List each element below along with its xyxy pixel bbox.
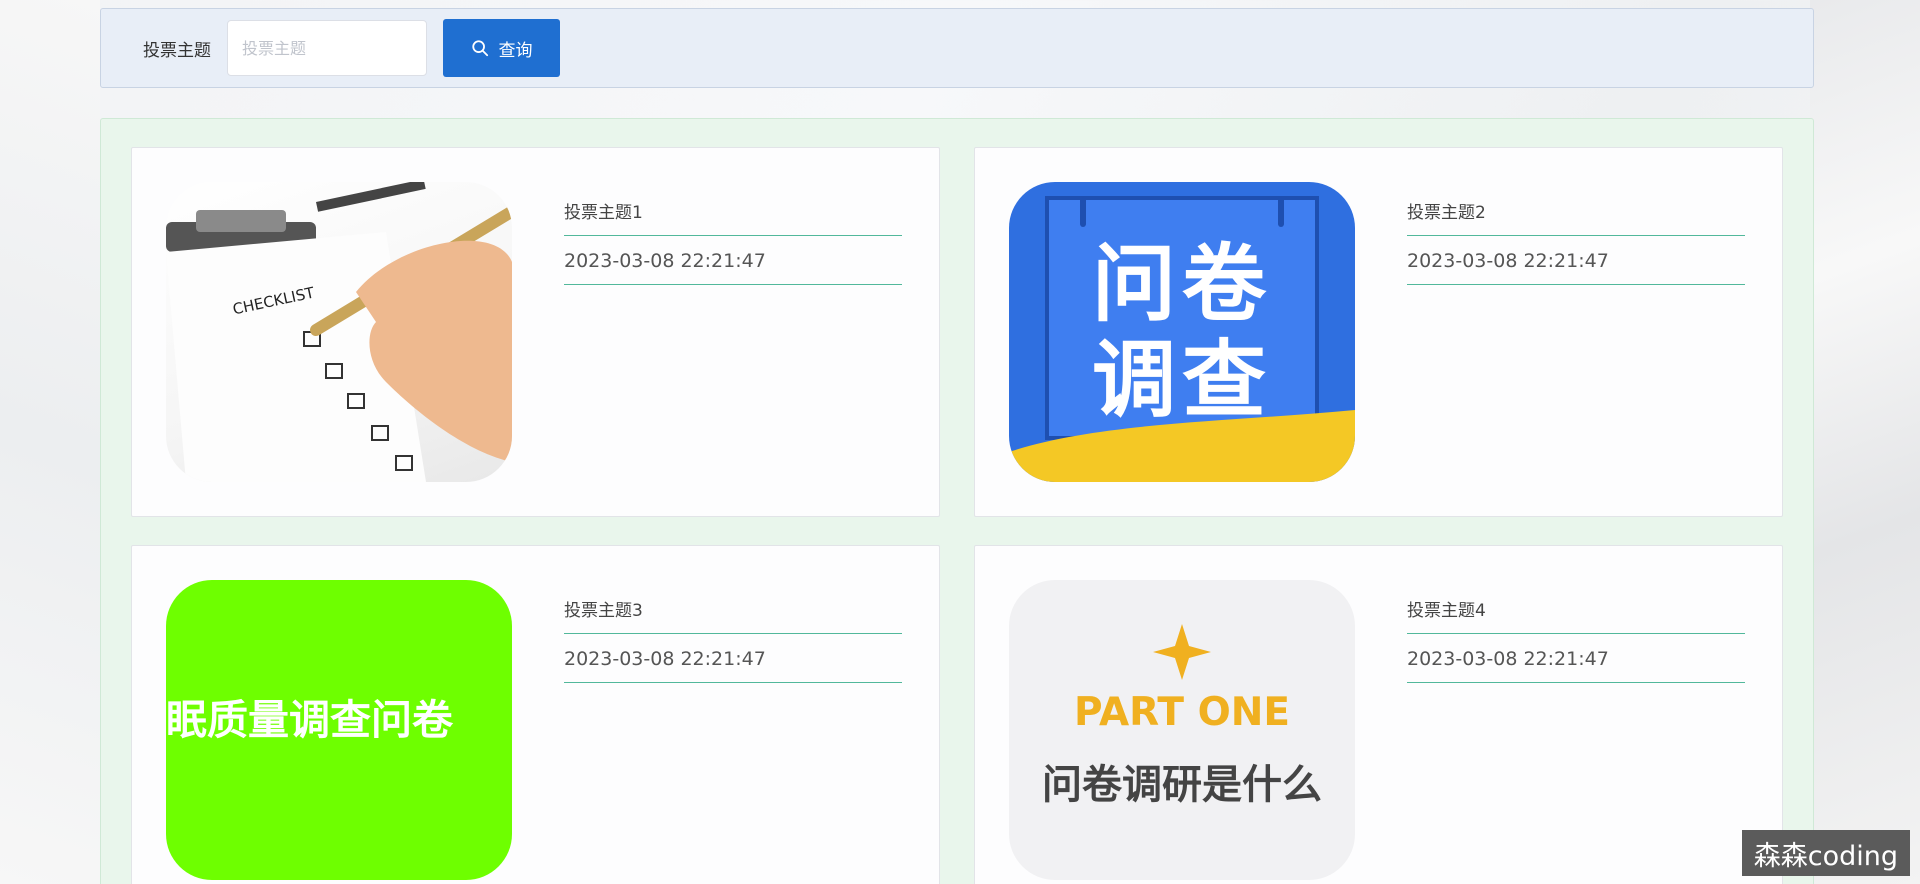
vote-card-info: 投票主题3 2023-03-08 22:21:47	[564, 596, 902, 683]
background-left	[0, 0, 100, 884]
survey-text-line1: 问卷	[1091, 235, 1272, 333]
vote-card-info: 投票主题4 2023-03-08 22:21:47	[1407, 596, 1745, 683]
vote-card-title[interactable]: 投票主题2	[1407, 198, 1745, 236]
vote-card-time: 2023-03-08 22:21:47	[1407, 634, 1745, 683]
search-button-label: 查询	[498, 40, 533, 61]
vote-card-image[interactable]: PART ONE 问卷调研是什么	[1009, 580, 1355, 880]
vote-card-time: 2023-03-08 22:21:47	[564, 236, 902, 285]
search-icon	[471, 40, 488, 57]
vote-card-title[interactable]: 投票主题4	[1407, 596, 1745, 634]
vote-card-title[interactable]: 投票主题3	[564, 596, 902, 634]
search-button[interactable]: 查询	[443, 19, 560, 77]
vote-card-time: 2023-03-08 22:21:47	[1407, 236, 1745, 285]
vote-list-panel: CHECKLIST 投票主题1 2023-03-08 22:21:47 问卷 调…	[100, 118, 1814, 884]
part-one-text: PART ONE	[1073, 690, 1291, 735]
vote-card-info: 投票主题1 2023-03-08 22:21:47	[564, 198, 902, 285]
vote-card-image[interactable]: 问卷 调查	[1009, 182, 1355, 482]
sleep-survey-text: 眠质量调查问卷	[166, 696, 453, 744]
vote-card[interactable]: PART ONE 问卷调研是什么 投票主题4 2023-03-08 22:21:…	[974, 545, 1783, 884]
survey-text-line2: 调查	[1091, 331, 1272, 429]
search-bar: 投票主题 查询	[100, 8, 1814, 88]
vote-card[interactable]: CHECKLIST 投票主题1 2023-03-08 22:21:47	[131, 147, 940, 517]
vote-card[interactable]: 问卷 调查 投票主题2 2023-03-08 22:21:47	[974, 147, 1783, 517]
watermark: 森森coding	[1741, 830, 1910, 876]
vote-card-image[interactable]: 眠质量调查问卷	[166, 580, 512, 880]
vote-card-time: 2023-03-08 22:21:47	[564, 634, 902, 683]
vote-card-title[interactable]: 投票主题1	[564, 198, 902, 236]
survey-what-text: 问卷调研是什么	[1042, 762, 1322, 808]
vote-card-info: 投票主题2 2023-03-08 22:21:47	[1407, 198, 1745, 285]
background-right	[1810, 0, 1920, 884]
vote-card[interactable]: 眠质量调查问卷 投票主题3 2023-03-08 22:21:47	[131, 545, 940, 884]
vote-card-image[interactable]: CHECKLIST	[166, 182, 512, 482]
search-input[interactable]	[227, 20, 427, 76]
search-label: 投票主题	[143, 40, 211, 61]
